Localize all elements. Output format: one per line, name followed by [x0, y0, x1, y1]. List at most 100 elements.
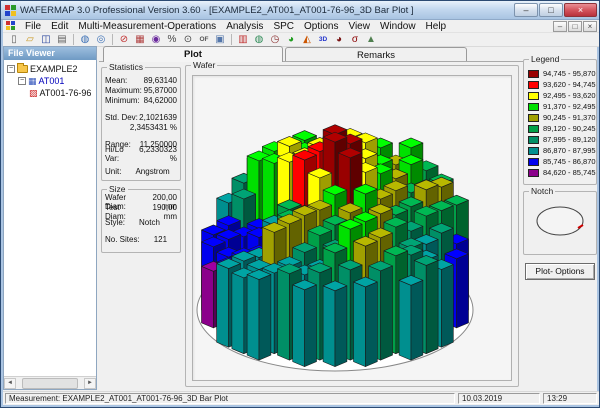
ruler-icon[interactable]: ▦: [132, 33, 148, 46]
scroll-left-arrow[interactable]: ◄: [4, 377, 16, 389]
legend-color-swatch: [528, 91, 539, 100]
app-window: WAFERMAP 3.0 Professional Version 3.60 -…: [0, 0, 600, 408]
menu-help[interactable]: Help: [421, 20, 452, 33]
menu-view[interactable]: View: [343, 20, 375, 33]
scroll-right-arrow[interactable]: ►: [84, 377, 96, 389]
menu-file[interactable]: File: [20, 20, 46, 33]
menu-edit[interactable]: Edit: [46, 20, 73, 33]
tree-item-example2[interactable]: − EXAMPLE2: [7, 63, 96, 75]
orb-icon[interactable]: ◉: [148, 33, 164, 46]
menu-window[interactable]: Window: [375, 20, 421, 33]
statistic-row: Minimum: 84,62000: [105, 95, 177, 105]
legend-bin: 84,620 - 85,745: [524, 167, 596, 178]
toolbar-separator: [231, 34, 232, 45]
menu-analysis[interactable]: Analysis: [221, 20, 268, 33]
globe-percent-icon[interactable]: ◎: [93, 33, 109, 46]
histogram-icon[interactable]: ▥: [235, 33, 251, 46]
app-logo-icon: [5, 4, 16, 16]
legend-color-swatch: [528, 135, 539, 144]
peak-chart-icon[interactable]: ◭: [299, 33, 315, 46]
tree-expander-icon[interactable]: −: [7, 65, 15, 73]
menu-bar: File Edit Multi-Measurement-Operations Anal…: [3, 20, 599, 33]
title-bar[interactable]: WAFERMAP 3.0 Professional Version 3.60 -…: [1, 1, 599, 20]
wafer-plot-area: [192, 75, 512, 381]
clock-icon[interactable]: ◷: [267, 33, 283, 46]
menu-spc[interactable]: SPC: [268, 20, 299, 33]
legend-color-swatch: [528, 69, 539, 78]
wafer-groupbox: Wafer: [185, 60, 519, 387]
statistics-groupbox: Statistics Mean: 89,63140 Maximum: 95,87000…: [101, 62, 181, 181]
globe-stats-icon[interactable]: ◍: [251, 33, 267, 46]
new-document-icon[interactable]: ▯: [6, 33, 22, 46]
legend-bin: 86,870 - 87,995: [524, 145, 596, 156]
file-viewer-header: File Viewer: [4, 47, 96, 60]
statistic-row: 2,3453431 %: [129, 122, 177, 132]
sigma-icon[interactable]: σ: [347, 33, 363, 46]
menu-multi-measurement-operations[interactable]: Multi-Measurement-Operations: [73, 20, 221, 33]
status-measurement: Measurement: EXAMPLE2_AT001_AT001-76-96_…: [5, 393, 455, 404]
status-bar: Measurement: EXAMPLE2_AT001_AT001-76-96_…: [3, 391, 599, 405]
wafer-3d-bar-plot[interactable]: [193, 76, 513, 380]
zoom-icon[interactable]: ⊙: [180, 33, 196, 46]
tab-remarks[interactable]: Remarks: [285, 47, 467, 62]
statistic-row: Unit: Angstrom: [105, 166, 170, 176]
size-title: Size: [107, 184, 128, 194]
tree-expander-icon[interactable]: −: [18, 77, 26, 85]
statistic-spacer: [102, 105, 180, 112]
status-date: 10.03.2019: [458, 393, 540, 404]
mdi-child-icon[interactable]: [6, 21, 16, 31]
legend-color-swatch: [528, 157, 539, 166]
bar3d-icon[interactable]: 3D: [315, 33, 331, 46]
pie-dark-icon[interactable]: ◕: [331, 33, 347, 46]
scroll-thumb[interactable]: [22, 377, 78, 389]
mdi-restore-button[interactable]: □: [568, 20, 582, 32]
profile-chart-icon[interactable]: ▲: [363, 33, 379, 46]
globe-export-icon[interactable]: ◍: [77, 33, 93, 46]
statistic-row: Maximum: 95,87000: [105, 85, 177, 95]
close-button[interactable]: ×: [564, 3, 597, 17]
legend-bin: 85,745 - 86,870: [524, 156, 596, 167]
save-icon[interactable]: ◫: [38, 33, 54, 46]
tree-item-at001[interactable]: − ▦ AT001: [7, 75, 96, 87]
toolbar-separator: [73, 34, 74, 45]
legend-bin: 92,495 - 93,620: [524, 90, 596, 101]
legend-color-swatch: [528, 113, 539, 122]
size-spacer: [102, 227, 180, 234]
minimize-button[interactable]: –: [514, 3, 538, 17]
status-time: 13:29: [543, 393, 597, 404]
percent-icon[interactable]: %: [164, 33, 180, 46]
legend-title: Legend: [529, 54, 562, 64]
plot-options-button[interactable]: Plot- Options: [525, 263, 595, 280]
notch-title: Notch: [529, 186, 556, 196]
file-viewer-panel: File Viewer − EXAMPLE2− ▦ AT001 ▨ AT001-76-96…: [3, 46, 97, 390]
legend-color-swatch: [528, 80, 539, 89]
statistic-spacer: [102, 132, 180, 139]
tree-item-at001-76-96[interactable]: ▨ AT001-76-96: [7, 87, 96, 99]
legend-bin: 94,745 - 95,870: [524, 68, 596, 79]
print-icon[interactable]: ▤: [54, 33, 70, 46]
mdi-minimize-button[interactable]: –: [553, 20, 567, 32]
size-row: No. Sites: 121: [105, 234, 168, 244]
mdi-close-button[interactable]: ×: [583, 20, 597, 32]
legend-color-swatch: [528, 146, 539, 155]
maximize-button[interactable]: □: [539, 3, 563, 17]
tab-plot[interactable]: Plot: [103, 46, 283, 62]
pie-chart-icon[interactable]: ◕: [283, 33, 299, 46]
statistics-title: Statistics: [107, 62, 146, 72]
window-title: WAFERMAP 3.0 Professional Version 3.60 -…: [20, 4, 414, 16]
legend-color-swatch: [528, 102, 539, 111]
of-icon[interactable]: OF: [196, 33, 212, 46]
legend-groupbox: Legend 94,745 - 95,870 93,620 - 94,745 92,…: [523, 54, 597, 185]
menu-options[interactable]: Options: [299, 20, 343, 33]
legend-bin: 90,245 - 91,370: [524, 112, 596, 123]
file-viewer-hscrollbar[interactable]: ◄ ►: [4, 376, 96, 389]
file-viewer-tree: − EXAMPLE2− ▦ AT001 ▨ AT001-76-96: [4, 60, 96, 376]
copy-icon[interactable]: ▣: [212, 33, 228, 46]
compass-icon[interactable]: ⊘: [116, 33, 132, 46]
legend-bin: 93,620 - 94,745: [524, 79, 596, 90]
size-groupbox: Size Wafer Diam: 200,00 mm Test Diam: 190,0…: [101, 184, 181, 253]
toolbar-separator: [112, 34, 113, 45]
legend-color-swatch: [528, 168, 539, 177]
open-folder-icon[interactable]: ▱: [22, 33, 38, 46]
folder-icon: [17, 63, 28, 73]
